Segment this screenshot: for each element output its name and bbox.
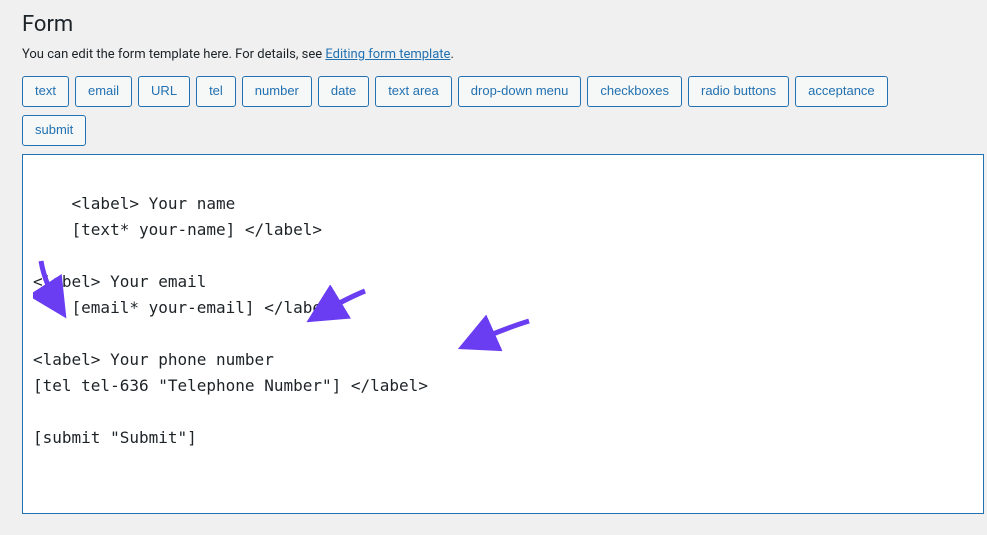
tag-number-button[interactable]: number (242, 76, 312, 107)
tag-tel-button[interactable]: tel (196, 76, 236, 107)
tag-email-button[interactable]: email (75, 76, 132, 107)
tag-date-button[interactable]: date (318, 76, 369, 107)
tag-acceptance-button[interactable]: acceptance (795, 76, 888, 107)
editor-content: <label> Your name [text* your-name] </la… (33, 194, 428, 447)
tag-url-button[interactable]: URL (138, 76, 190, 107)
form-template-editor[interactable]: <label> Your name [text* your-name] </la… (22, 154, 984, 514)
tag-button-row: text email URL tel number date text area… (22, 76, 965, 107)
tag-dropdown-button[interactable]: drop-down menu (458, 76, 582, 107)
tag-submit-button[interactable]: submit (22, 115, 86, 146)
tag-radio-button[interactable]: radio buttons (688, 76, 789, 107)
description-text-suffix: . (450, 47, 453, 62)
tag-checkboxes-button[interactable]: checkboxes (587, 76, 682, 107)
description-text-prefix: You can edit the form template here. For… (22, 47, 325, 62)
panel-title: Form (22, 12, 965, 37)
editing-template-link[interactable]: Editing form template (325, 47, 450, 62)
tag-button-row-2: submit (22, 115, 965, 146)
annotation-arrow-icon (455, 315, 535, 357)
tag-textarea-button[interactable]: text area (375, 76, 452, 107)
panel-description: You can edit the form template here. For… (22, 47, 965, 62)
tag-text-button[interactable]: text (22, 76, 69, 107)
